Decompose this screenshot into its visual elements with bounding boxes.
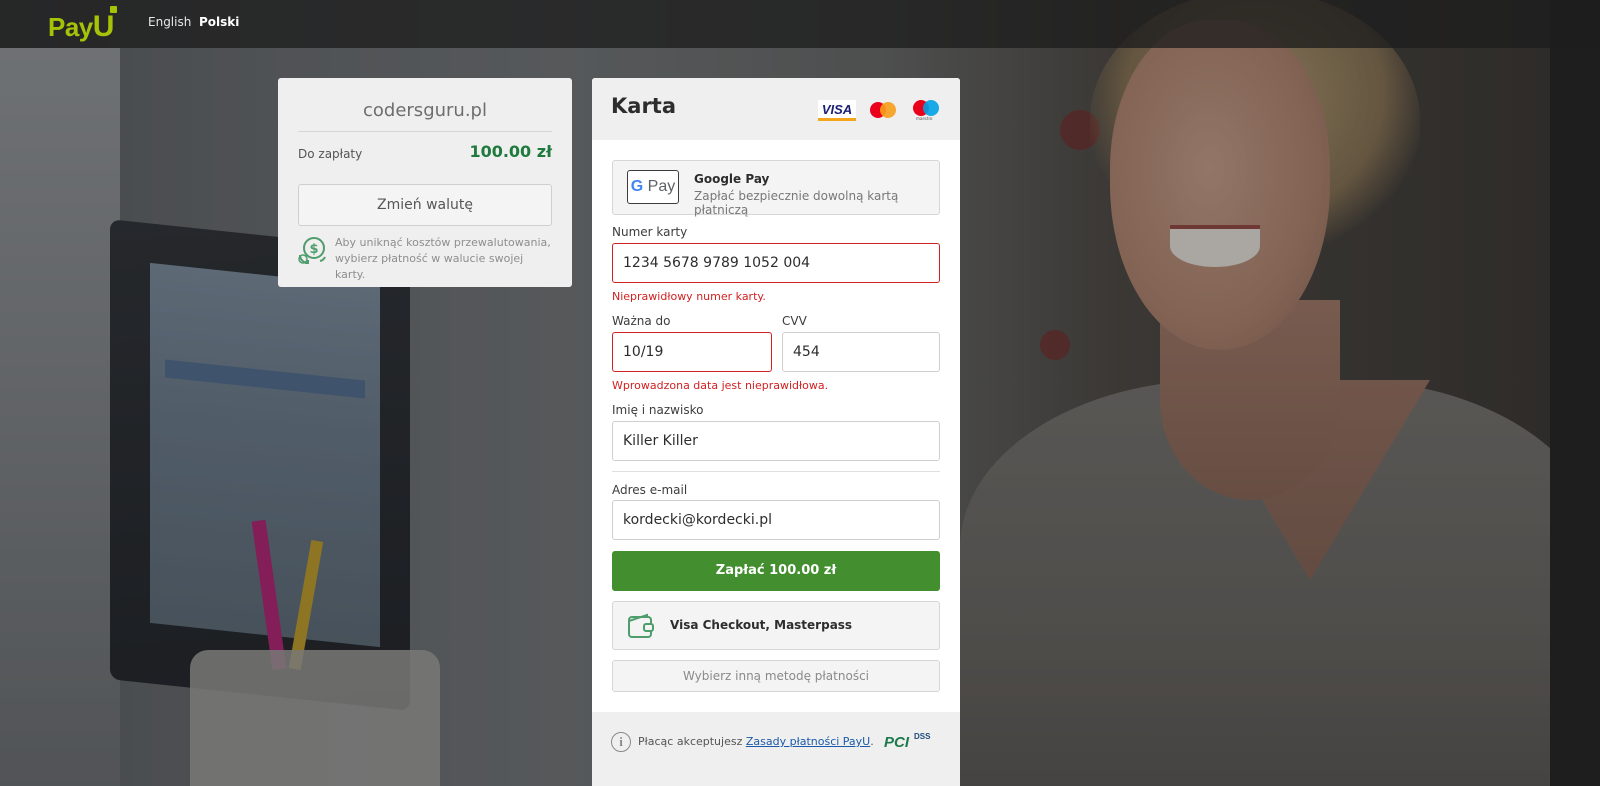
form-divider — [612, 471, 940, 472]
cvv-label: CVV — [782, 314, 807, 328]
card-number-label: Numer karty — [612, 225, 688, 239]
google-pay-button[interactable]: G Pay Google Pay Zapłać bezpiecznie dowo… — [612, 160, 940, 217]
info-icon: i — [611, 732, 631, 752]
summary-divider — [298, 131, 552, 132]
google-pay-logo: G Pay — [627, 170, 679, 204]
svg-text:$: $ — [309, 242, 318, 257]
mastercard-icon — [870, 100, 898, 120]
change-currency-button[interactable]: Zmień walutę — [298, 184, 552, 226]
pay-button[interactable]: Zapłać 100.00 zł — [612, 551, 940, 591]
visa-icon: VISA — [818, 99, 856, 121]
currency-conversion-note: Aby uniknąć kosztów przewalutowania, wyb… — [335, 236, 551, 281]
wallet-icon — [628, 613, 654, 638]
wallet-payment-label: Visa Checkout, Masterpass — [670, 618, 853, 632]
logo-text-pay: Pay — [48, 12, 93, 42]
cvv-input[interactable]: 454 — [782, 332, 940, 372]
language-link-polski[interactable]: Polski — [199, 15, 239, 29]
email-input[interactable]: kordecki@kordecki.pl — [612, 500, 940, 540]
pci-dss-logo: PCI DSS — [884, 732, 931, 751]
name-input[interactable]: Killer Killer — [612, 421, 940, 461]
top-bar: Pay U English Polski — [0, 0, 1600, 48]
expiry-label: Ważna do — [612, 314, 671, 328]
expiry-error: Wprowadzona data jest nieprawidłowa. — [612, 379, 829, 392]
google-pay-subtitle: Zapłać bezpiecznie dowolną kartą płatnic… — [694, 189, 899, 217]
other-payment-method-button[interactable]: Wybierz inną metodę płatności — [612, 660, 940, 692]
card-number-input[interactable]: 1234 5678 9789 1052 004 — [612, 243, 940, 283]
terms-link[interactable]: Zasady płatności PayU — [746, 735, 870, 748]
amount-due-value: 100.00 zł — [469, 142, 552, 161]
currency-exchange-icon: $ — [298, 237, 326, 264]
order-summary-card: codersguru.pl Do zapłaty 100.00 zł Zmień… — [278, 78, 572, 287]
amount-due-label: Do zapłaty — [298, 147, 363, 161]
card-payment-panel: Karta VISA maestro G Pay Google Pay Zapł… — [592, 78, 960, 786]
logo-text-u: U — [92, 6, 118, 43]
card-number-error: Nieprawidłowy numer karty. — [612, 290, 766, 303]
card-panel-title: Karta — [611, 94, 677, 118]
card-panel-footer: i Płacąc akceptujesz Zasady płatności Pa… — [592, 712, 960, 786]
google-pay-title: Google Pay — [694, 172, 770, 186]
language-link-english[interactable]: English — [148, 15, 191, 29]
background-edge — [1550, 0, 1600, 786]
name-label: Imię i nazwisko — [612, 403, 704, 417]
maestro-icon: maestro — [912, 100, 940, 121]
wallet-payment-button[interactable]: Visa Checkout, Masterpass — [612, 601, 940, 650]
card-panel-header: Karta VISA maestro — [592, 78, 960, 140]
payu-logo[interactable]: Pay U — [48, 6, 118, 43]
email-label: Adres e-mail — [612, 483, 688, 497]
expiry-input[interactable]: 10/19 — [612, 332, 772, 372]
merchant-name: codersguru.pl — [363, 100, 487, 121]
terms-text: Płacąc akceptujesz Zasady płatności PayU… — [638, 735, 874, 748]
